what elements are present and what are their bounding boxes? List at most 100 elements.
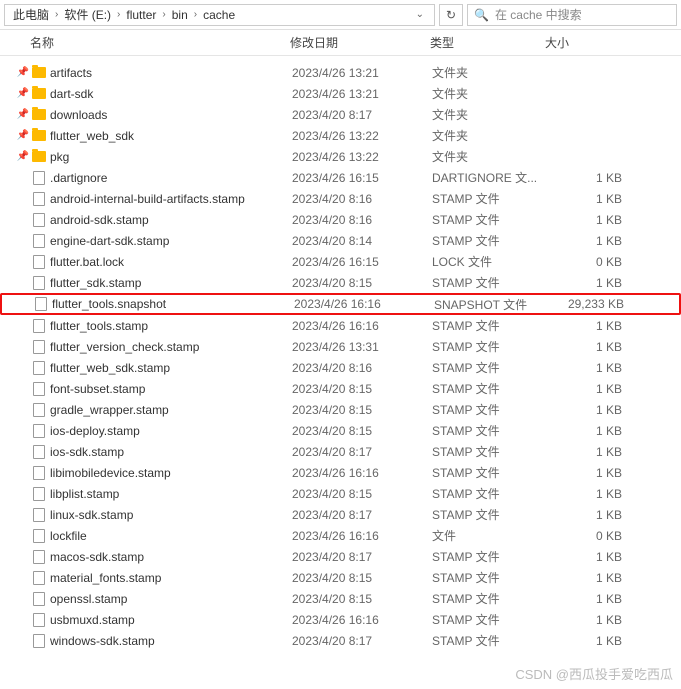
folder-icon (30, 109, 48, 120)
file-icon (30, 192, 48, 206)
refresh-button[interactable]: ↻ (439, 4, 463, 26)
file-name: flutter_version_check.stamp (50, 340, 292, 354)
file-name: libplist.stamp (50, 487, 292, 501)
file-date: 2023/4/20 8:17 (292, 445, 432, 459)
file-row[interactable]: gradle_wrapper.stamp2023/4/20 8:15STAMP … (0, 399, 681, 420)
search-input[interactable]: 🔍 在 cache 中搜索 (467, 4, 677, 26)
file-size: 1 KB (547, 571, 632, 585)
chevron-right-icon: › (115, 9, 122, 20)
file-icon (30, 571, 48, 585)
file-type: STAMP 文件 (432, 338, 547, 355)
file-type: STAMP 文件 (432, 611, 547, 628)
file-row[interactable]: ios-deploy.stamp2023/4/20 8:15STAMP 文件1 … (0, 420, 681, 441)
file-row[interactable]: windows-sdk.stamp2023/4/20 8:17STAMP 文件1… (0, 630, 681, 651)
chevron-down-icon[interactable]: ⌄ (414, 9, 426, 20)
file-name: pkg (50, 150, 292, 164)
file-row[interactable]: font-subset.stamp2023/4/20 8:15STAMP 文件1… (0, 378, 681, 399)
file-row[interactable]: linux-sdk.stamp2023/4/20 8:17STAMP 文件1 K… (0, 504, 681, 525)
crumb-bin[interactable]: bin (168, 8, 192, 22)
file-row[interactable]: 📌pkg2023/4/26 13:22文件夹 (0, 146, 681, 167)
file-size: 1 KB (547, 613, 632, 627)
file-date: 2023/4/26 13:22 (292, 150, 432, 164)
file-row[interactable]: flutter_web_sdk.stamp2023/4/20 8:16STAMP… (0, 357, 681, 378)
file-icon (30, 234, 48, 248)
pin-icon: 📌 (16, 109, 30, 120)
file-date: 2023/4/20 8:17 (292, 508, 432, 522)
file-row[interactable]: libimobiledevice.stamp2023/4/26 16:16STA… (0, 462, 681, 483)
search-placeholder: 在 cache 中搜索 (495, 6, 582, 23)
file-row[interactable]: lockfile2023/4/26 16:16文件0 KB (0, 525, 681, 546)
crumb-root[interactable]: 此电脑 (9, 6, 53, 23)
header-date[interactable]: 修改日期 (290, 34, 430, 51)
file-icon (30, 487, 48, 501)
file-type: STAMP 文件 (432, 590, 547, 607)
file-icon (30, 213, 48, 227)
file-size: 0 KB (547, 255, 632, 269)
header-name[interactable]: 名称 (30, 34, 290, 51)
file-list: 📌artifacts2023/4/26 13:21文件夹📌dart-sdk202… (0, 56, 681, 651)
file-type: STAMP 文件 (432, 548, 547, 565)
file-row[interactable]: android-sdk.stamp2023/4/20 8:16STAMP 文件1… (0, 209, 681, 230)
file-date: 2023/4/26 13:21 (292, 87, 432, 101)
file-row[interactable]: usbmuxd.stamp2023/4/26 16:16STAMP 文件1 KB (0, 609, 681, 630)
file-icon (30, 255, 48, 269)
file-icon (30, 466, 48, 480)
file-date: 2023/4/26 16:16 (292, 529, 432, 543)
file-date: 2023/4/20 8:16 (292, 361, 432, 375)
file-icon (30, 171, 48, 185)
header-type[interactable]: 类型 (430, 34, 545, 51)
file-size: 1 KB (547, 466, 632, 480)
file-type: STAMP 文件 (432, 359, 547, 376)
file-type: 文件夹 (432, 64, 547, 81)
file-icon (30, 319, 48, 333)
file-row[interactable]: flutter_sdk.stamp2023/4/20 8:15STAMP 文件1… (0, 272, 681, 293)
file-icon (30, 550, 48, 564)
column-headers: 名称 修改日期 类型 大小 (0, 30, 681, 56)
file-row[interactable]: flutter.bat.lock2023/4/26 16:15LOCK 文件0 … (0, 251, 681, 272)
file-icon (30, 424, 48, 438)
crumb-flutter[interactable]: flutter (122, 8, 160, 22)
file-type: STAMP 文件 (432, 422, 547, 439)
pin-icon: 📌 (16, 151, 30, 162)
file-row[interactable]: flutter_version_check.stamp2023/4/26 13:… (0, 336, 681, 357)
file-name: libimobiledevice.stamp (50, 466, 292, 480)
file-row[interactable]: android-internal-build-artifacts.stamp20… (0, 188, 681, 209)
file-icon (30, 403, 48, 417)
file-date: 2023/4/26 16:15 (292, 255, 432, 269)
file-row[interactable]: 📌flutter_web_sdk2023/4/26 13:22文件夹 (0, 125, 681, 146)
file-row[interactable]: 📌artifacts2023/4/26 13:21文件夹 (0, 62, 681, 83)
file-size: 1 KB (547, 234, 632, 248)
file-row[interactable]: .dartignore2023/4/26 16:15DARTIGNORE 文..… (0, 167, 681, 188)
file-row[interactable]: 📌dart-sdk2023/4/26 13:21文件夹 (0, 83, 681, 104)
search-icon: 🔍 (474, 8, 489, 22)
file-type: STAMP 文件 (432, 274, 547, 291)
file-row[interactable]: libplist.stamp2023/4/20 8:15STAMP 文件1 KB (0, 483, 681, 504)
file-row[interactable]: macos-sdk.stamp2023/4/20 8:17STAMP 文件1 K… (0, 546, 681, 567)
file-row[interactable]: flutter_tools.stamp2023/4/26 16:16STAMP … (0, 315, 681, 336)
file-row[interactable]: material_fonts.stamp2023/4/20 8:15STAMP … (0, 567, 681, 588)
file-name: font-subset.stamp (50, 382, 292, 396)
file-row[interactable]: 📌downloads2023/4/20 8:17文件夹 (0, 104, 681, 125)
file-size: 1 KB (547, 382, 632, 396)
breadcrumb[interactable]: 此电脑 › 软件 (E:) › flutter › bin › cache ⌄ (4, 4, 435, 26)
file-size: 1 KB (547, 361, 632, 375)
file-size: 1 KB (547, 550, 632, 564)
file-name: android-sdk.stamp (50, 213, 292, 227)
header-size[interactable]: 大小 (545, 34, 630, 51)
file-date: 2023/4/20 8:15 (292, 403, 432, 417)
file-row[interactable]: flutter_tools.snapshot2023/4/26 16:16SNA… (0, 293, 681, 315)
file-name: .dartignore (50, 171, 292, 185)
file-name: lockfile (50, 529, 292, 543)
file-row[interactable]: ios-sdk.stamp2023/4/20 8:17STAMP 文件1 KB (0, 441, 681, 462)
file-row[interactable]: openssl.stamp2023/4/20 8:15STAMP 文件1 KB (0, 588, 681, 609)
file-row[interactable]: engine-dart-sdk.stamp2023/4/20 8:14STAMP… (0, 230, 681, 251)
file-name: linux-sdk.stamp (50, 508, 292, 522)
file-date: 2023/4/26 16:15 (292, 171, 432, 185)
file-date: 2023/4/26 13:22 (292, 129, 432, 143)
crumb-cache[interactable]: cache (199, 8, 239, 22)
file-name: flutter_web_sdk (50, 129, 292, 143)
file-name: gradle_wrapper.stamp (50, 403, 292, 417)
pin-icon: 📌 (16, 88, 30, 99)
crumb-drive[interactable]: 软件 (E:) (60, 6, 115, 23)
file-size: 1 KB (547, 319, 632, 333)
